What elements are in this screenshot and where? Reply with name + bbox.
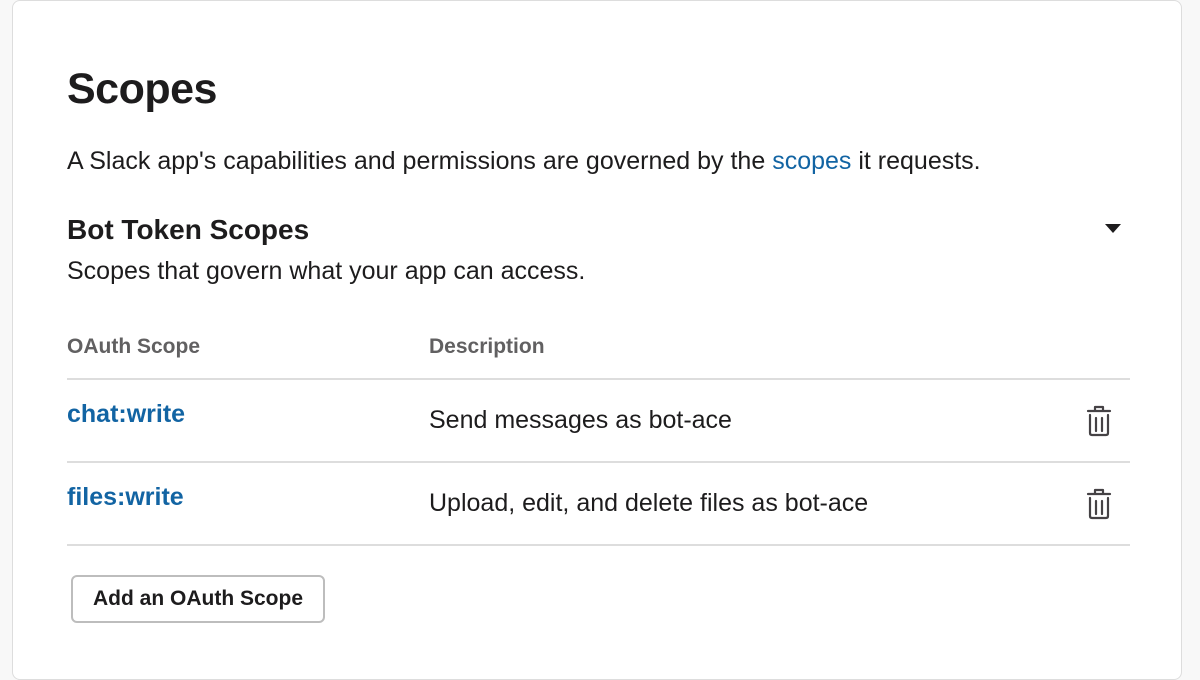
trash-icon[interactable] xyxy=(1085,487,1113,521)
add-oauth-scope-button[interactable]: Add an OAuth Scope xyxy=(71,575,325,623)
intro-text-before: A Slack app's capabilities and permissio… xyxy=(67,147,773,175)
scope-link-chat-write[interactable]: chat:write xyxy=(67,400,185,429)
scope-link-files-write[interactable]: files:write xyxy=(67,483,184,512)
trash-icon[interactable] xyxy=(1085,404,1113,438)
intro-text: A Slack app's capabilities and permissio… xyxy=(67,143,981,179)
table-row: chat:write Send messages as bot-ace xyxy=(67,378,1130,461)
bot-token-scopes-title: Bot Token Scopes xyxy=(67,214,310,245)
scope-description: Send messages as bot-ace xyxy=(429,406,732,434)
scopes-card: Scopes A Slack app's capabilities and pe… xyxy=(12,0,1182,680)
scopes-table-header: OAuth Scope Description xyxy=(67,335,1130,365)
table-row: files:write Upload, edit, and delete fil… xyxy=(67,461,1130,546)
scope-description: Upload, edit, and delete files as bot-ac… xyxy=(429,489,869,517)
scopes-link[interactable]: scopes xyxy=(772,147,851,175)
column-header-description: Description xyxy=(429,335,545,358)
column-header-oauth-scope: OAuth Scope xyxy=(67,335,201,358)
intro-text-after: it requests. xyxy=(851,147,981,175)
caret-down-icon[interactable] xyxy=(1101,219,1125,239)
page-title: Scopes xyxy=(67,65,217,113)
bot-token-scopes-subtitle: Scopes that govern what your app can acc… xyxy=(67,257,586,285)
